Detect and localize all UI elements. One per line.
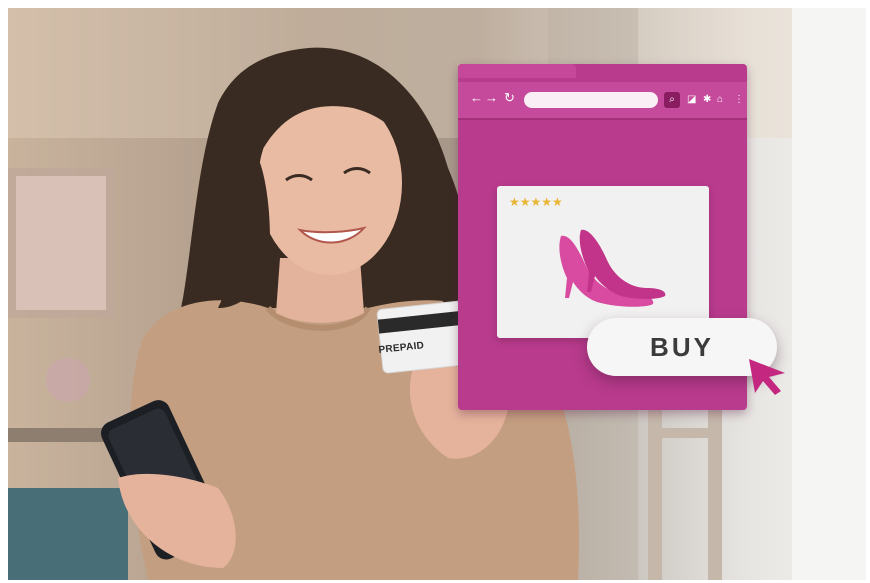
back-arrow-icon: ← bbox=[470, 90, 483, 105]
illustration-scene: PREPAID ← → ↻ ⌕ ◪ ✱ ⌂ ⋮ ★★★★★ BUY bbox=[0, 0, 870, 583]
address-bar bbox=[524, 92, 658, 108]
mouse-cursor-icon bbox=[749, 359, 785, 395]
menu-icon: ⋮ bbox=[734, 94, 744, 105]
high-heels-image bbox=[559, 229, 666, 307]
browser-tab bbox=[458, 64, 576, 78]
new-tab-icon: ◪ bbox=[687, 94, 697, 105]
reload-icon: ↻ bbox=[504, 90, 515, 105]
forward-arrow-icon: → bbox=[485, 90, 498, 105]
home-icon: ⌂ bbox=[717, 94, 724, 105]
product-card: ★★★★★ bbox=[497, 186, 709, 338]
extension-icon: ✱ bbox=[703, 94, 712, 105]
search-icon: ⌕ bbox=[664, 92, 680, 108]
